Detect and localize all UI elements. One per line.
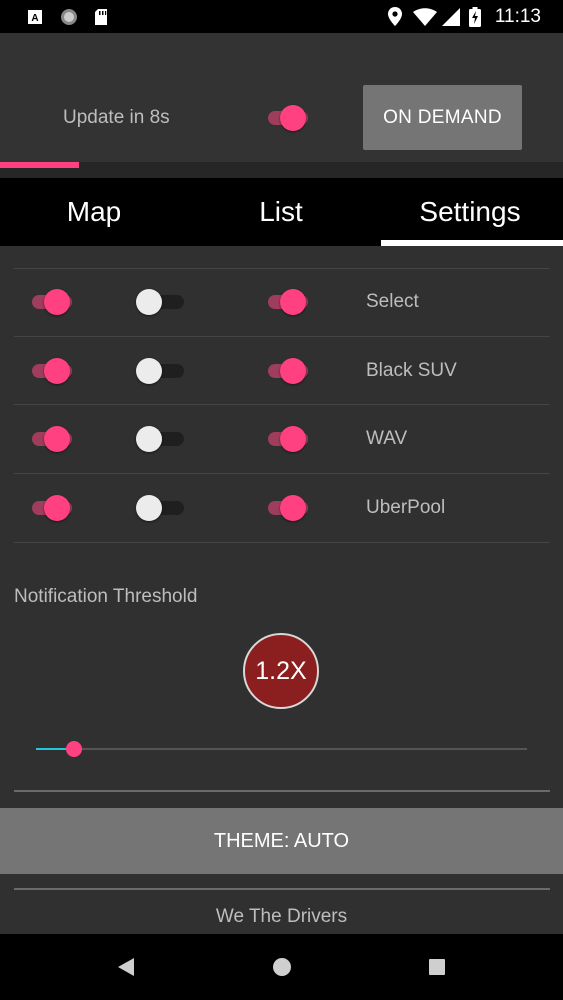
location-icon xyxy=(386,7,404,26)
divider xyxy=(14,336,550,337)
wifi-icon xyxy=(412,7,438,26)
battery-charging-icon xyxy=(467,6,483,27)
row-label-black-suv: Black SUV xyxy=(366,360,457,381)
row-label-select: Select xyxy=(366,291,419,312)
signal-icon xyxy=(441,7,461,26)
toggle-uberpool-col3[interactable] xyxy=(264,493,312,523)
divider xyxy=(14,542,550,543)
row-label-wav: WAV xyxy=(366,428,408,449)
row-label-uberpool: UberPool xyxy=(366,497,446,518)
tab-map[interactable]: Map xyxy=(0,178,188,246)
circle-app-icon xyxy=(59,7,79,26)
status-time: 11:13 xyxy=(494,6,541,27)
divider xyxy=(14,473,550,474)
notification-threshold-label: Notification Threshold xyxy=(14,586,198,607)
toggle-black-suv-col2[interactable] xyxy=(136,356,184,386)
back-icon[interactable] xyxy=(106,949,146,985)
recents-icon[interactable] xyxy=(417,949,457,985)
divider xyxy=(14,268,550,269)
divider xyxy=(14,888,550,890)
toggle-wav-col2[interactable] xyxy=(136,424,184,454)
update-countdown: Update in 8s xyxy=(63,107,170,128)
tab-indicator xyxy=(381,240,563,246)
toggle-wav-col1[interactable] xyxy=(28,424,76,454)
divider xyxy=(14,404,550,405)
threshold-slider-track[interactable] xyxy=(36,748,527,750)
update-progress-bar xyxy=(0,162,79,168)
tab-list[interactable]: List xyxy=(187,178,375,246)
toggle-uberpool-col2[interactable] xyxy=(136,493,184,523)
home-icon[interactable] xyxy=(262,949,302,985)
svg-text:A: A xyxy=(31,13,38,24)
toggle-uberpool-col1[interactable] xyxy=(28,493,76,523)
threshold-slider-thumb[interactable] xyxy=(65,741,82,757)
on-demand-button[interactable]: ON DEMAND xyxy=(363,85,522,150)
auto-update-toggle[interactable] xyxy=(264,103,312,133)
theme-button[interactable]: THEME: AUTO xyxy=(0,808,563,874)
footer-credit: We The Drivers xyxy=(215,906,348,927)
toggle-select-col3[interactable] xyxy=(264,287,312,317)
toggle-select-col1[interactable] xyxy=(28,287,76,317)
tab-settings[interactable]: Settings xyxy=(376,178,563,246)
toggle-wav-col3[interactable] xyxy=(264,424,312,454)
threshold-value-badge: 1.2X xyxy=(243,633,319,709)
toggle-black-suv-col3[interactable] xyxy=(264,356,312,386)
sd-card-icon xyxy=(93,7,109,26)
toggle-select-col2[interactable] xyxy=(136,287,184,317)
update-progress-track xyxy=(0,162,563,178)
divider xyxy=(14,790,550,792)
autofill-icon: A xyxy=(27,7,43,26)
toggle-black-suv-col1[interactable] xyxy=(28,356,76,386)
